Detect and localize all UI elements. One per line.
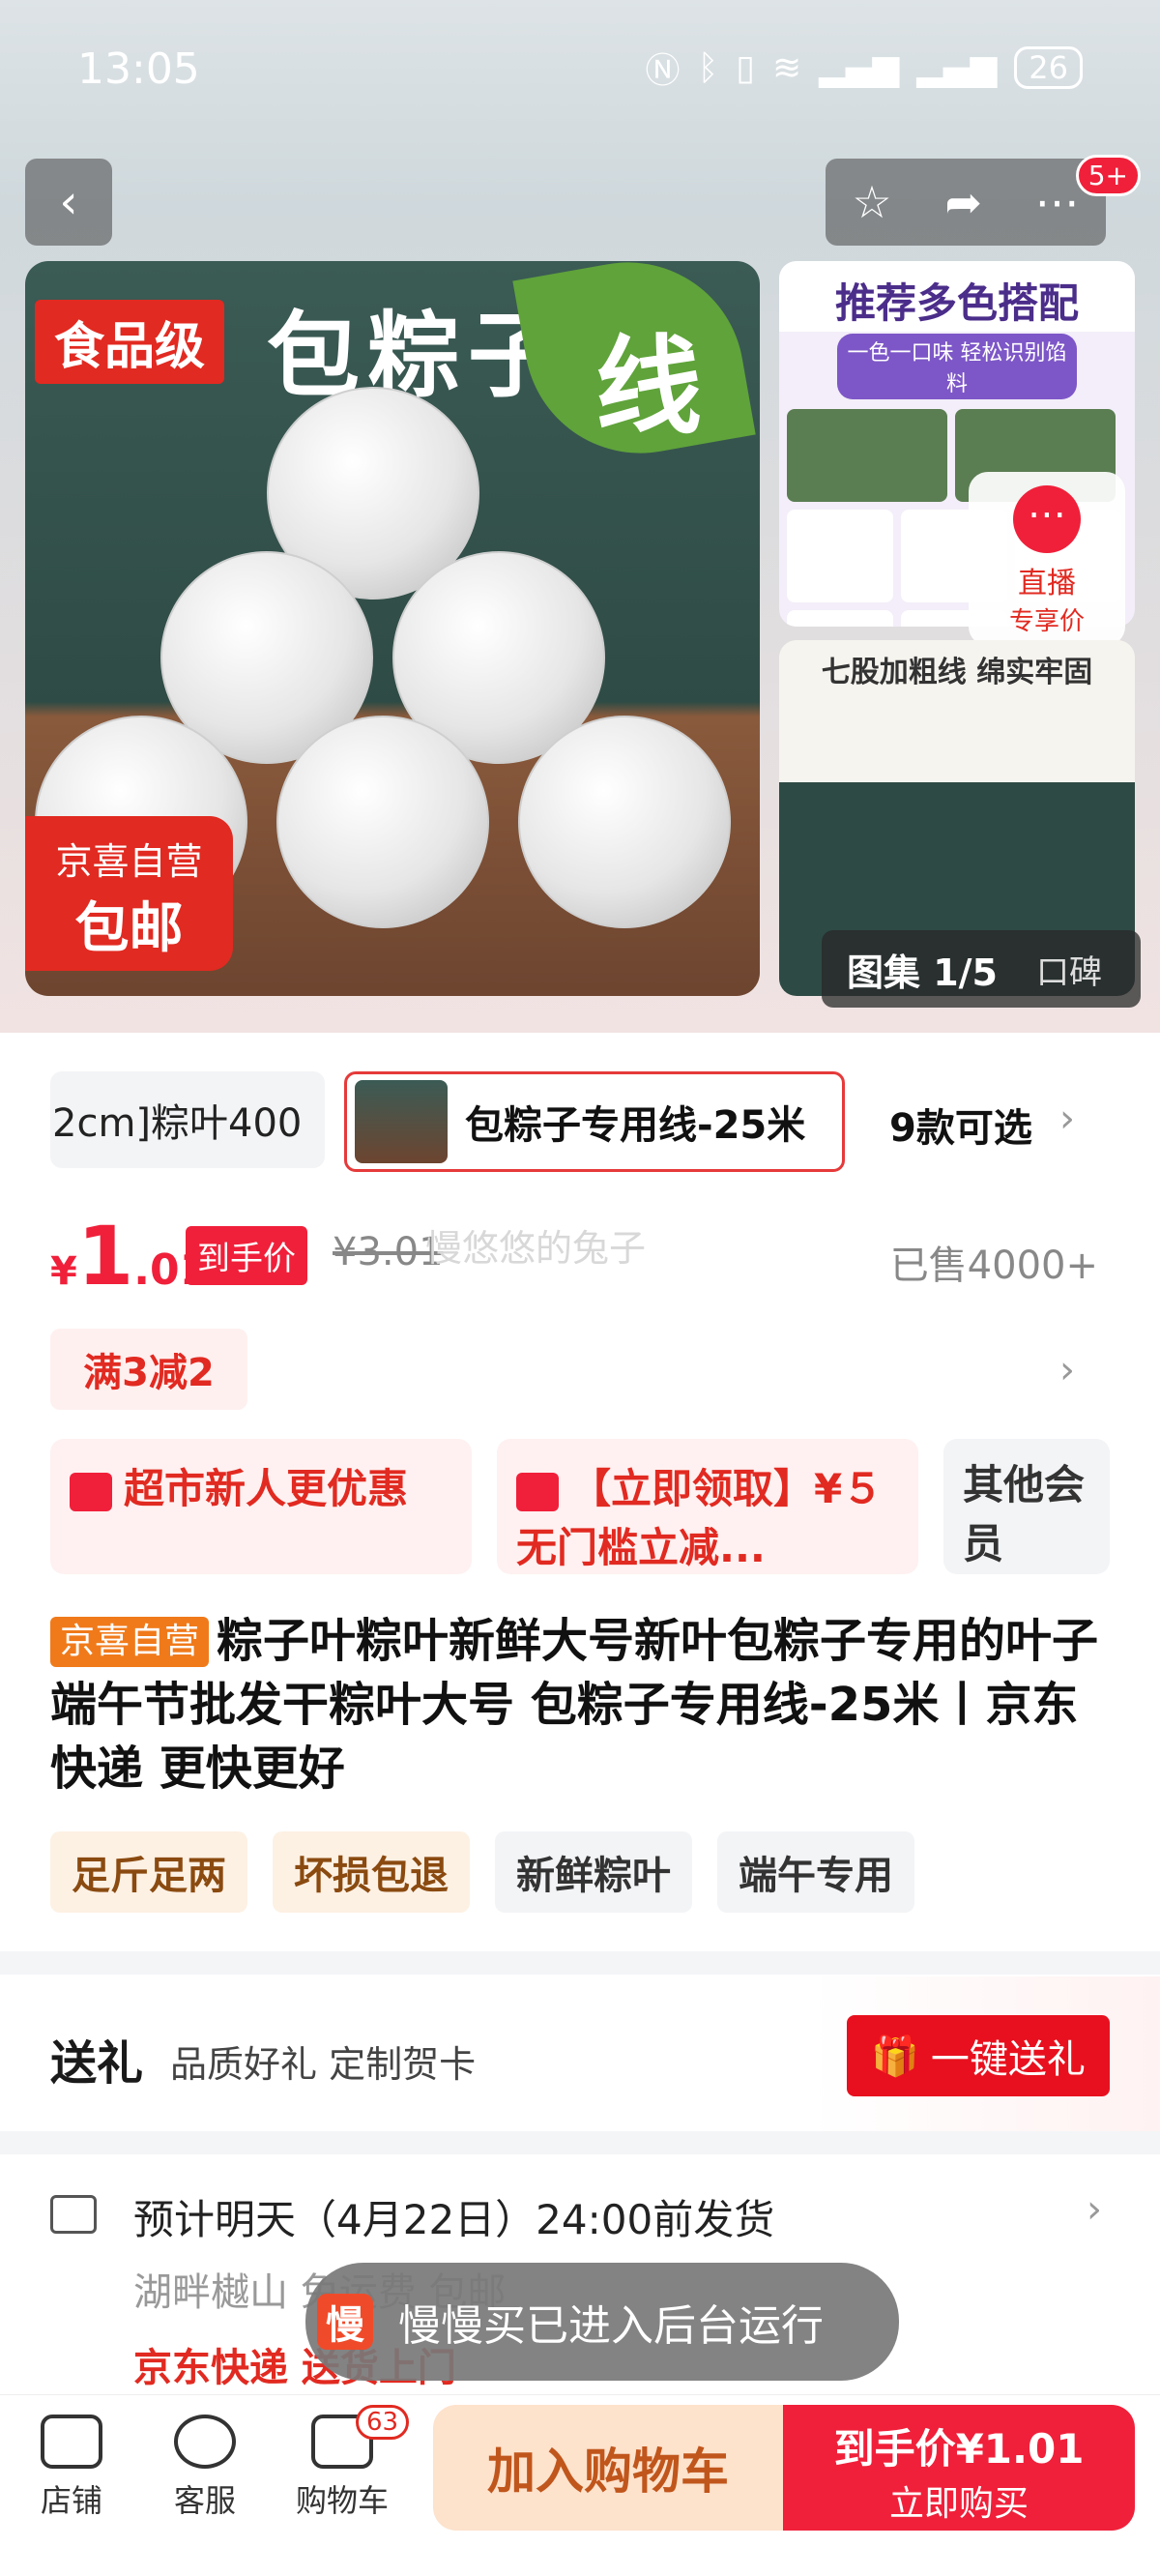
coupon-text: 【立即领取】¥５ 无门槛立减... [516, 1465, 884, 1571]
thumb2-title: 七股加粗线 绵实牢固 [821, 656, 1093, 689]
status-bar: 13:05 Ⓝ ᛒ ▯ ≋ ▂▄▆ ▂▄▆ 26 [0, 0, 1160, 145]
thumb-cell [787, 409, 947, 502]
feature-tags: 足斤足两 坏损包退 新鲜粽叶 端午专用 [50, 1831, 914, 1913]
feature-tag[interactable]: 新鲜粽叶 [495, 1831, 692, 1913]
gift-section: 送礼 品质好礼 定制贺卡 🎁 一键送礼 [0, 1976, 1160, 2131]
feature-tag[interactable]: 端午专用 [717, 1831, 914, 1913]
coupon-icon [70, 1472, 112, 1511]
coupon-other-members[interactable]: 其他会员 [943, 1439, 1110, 1574]
final-price-tag: 到手价 [186, 1226, 307, 1285]
bottom-action-bar: 店铺 客服 63 购物车 加入购物车 到手价¥1.01 立即购买 [0, 2394, 1160, 2576]
section-divider [0, 1951, 1160, 1975]
store-label: 店铺 [40, 2482, 102, 2519]
service-label: 客服 [173, 2482, 236, 2519]
album-label: 图集 1/5 [847, 951, 998, 994]
coupon-no-threshold[interactable]: 【立即领取】¥５ 无门槛立减... [497, 1439, 918, 1574]
back-button[interactable]: ‹ [25, 159, 112, 246]
status-time: 13:05 [77, 44, 200, 94]
chevron-right-icon[interactable]: › [1087, 2187, 1102, 2232]
buy-now-label: 立即购买 [888, 2484, 1029, 2524]
product-gallery: 13:05 Ⓝ ᛒ ▯ ≋ ▂▄▆ ▂▄▆ 26 ‹ ☆ ➦ ⋯ 5+ 食品级 … [0, 0, 1160, 1033]
sold-count: 已售4000+ [889, 1244, 1098, 1288]
thumb-cell [787, 610, 893, 627]
promotion-tag[interactable]: 满3减2 [50, 1329, 247, 1410]
sticker-line1: 京喜自营 [55, 840, 203, 883]
background-toast: 慢 慢慢买已进入后台运行 [305, 2263, 899, 2381]
thumb1-subtitle: 一色一口味 轻松识别馅料 [837, 334, 1077, 399]
coupon-new-user[interactable]: 超市新人更优惠 [50, 1439, 472, 1574]
wifi-icon: ≋ [771, 47, 802, 88]
toast-text: 慢慢买已进入后台运行 [398, 2301, 824, 2351]
send-gift-button[interactable]: 🎁 一键送礼 [847, 2015, 1110, 2096]
reviews-tab[interactable]: 口碑 [1036, 946, 1102, 993]
live-stream-popup[interactable]: ⋯ 直播 专享价 [969, 472, 1125, 646]
coupon-text: 其他会员 [963, 1461, 1086, 1567]
variant-selector: 2cm]粽叶400 包粽子专用线-25米 9款可选 › [0, 1033, 1160, 1172]
buy-now-price: 到手价¥1.01 [833, 2425, 1085, 2473]
variant-count[interactable]: 9款可选 [889, 1097, 1032, 1153]
album-counter[interactable]: 图集 1/5 口碑 [822, 930, 1141, 1008]
leaf-char: 线 [595, 325, 702, 449]
coupon-text: 超市新人更优惠 [124, 1465, 409, 1512]
vibrate-icon: ▯ [736, 47, 755, 88]
variant-thumbnail [355, 1080, 448, 1163]
price-currency: ¥ [50, 1249, 77, 1294]
live-label: 直播 [1018, 567, 1076, 600]
battery-indicator: 26 [1014, 46, 1083, 89]
coupon-icon [516, 1472, 559, 1511]
cart-button[interactable]: 63 购物车 [275, 2405, 410, 2521]
live-icon: ⋯ [1013, 485, 1081, 553]
nfc-icon: Ⓝ [645, 51, 681, 91]
buy-now-button[interactable]: 到手价¥1.01 立即购买 [783, 2405, 1135, 2531]
variant-chip-selected[interactable]: 包粽子专用线-25米 [344, 1071, 845, 1172]
share-icon[interactable]: ➦ [944, 176, 982, 228]
live-sub-label: 专享价 [1008, 607, 1085, 636]
feature-tag[interactable]: 足斤足两 [50, 1831, 247, 1913]
status-icons: Ⓝ ᛒ ▯ ≋ ▂▄▆ ▂▄▆ 26 [646, 43, 1083, 93]
bluetooth-icon: ᛒ [697, 47, 719, 88]
store-button[interactable]: 店铺 [4, 2415, 139, 2521]
favorite-star-icon[interactable]: ☆ [852, 176, 891, 228]
section-divider [0, 2131, 1160, 2154]
twine-ball [518, 716, 731, 928]
product-title: 京喜自营 粽子叶粽叶新鲜大号新叶包粽子专用的叶子端午节批发干粽叶大号 包粽子专用线… [50, 1609, 1114, 1800]
store-icon [41, 2415, 102, 2469]
manmanmai-logo: 慢 [317, 2294, 373, 2350]
jingxi-badge: 京喜自营 [50, 1617, 210, 1667]
feature-tag[interactable]: 坏损包退 [273, 1831, 470, 1913]
add-to-cart-button[interactable]: 加入购物车 [433, 2405, 783, 2531]
price-row: ¥1.01 到手价 ¥3.01 慢悠悠的兔子 已售4000+ [0, 1180, 1160, 1305]
price-integer: 1 [76, 1209, 134, 1303]
free-shipping-sticker: 京喜自营 包邮 [25, 816, 233, 971]
main-product-image[interactable]: 食品级 包粽子 线 京喜自营 包邮 [25, 261, 760, 996]
chevron-right-icon[interactable]: › [1059, 1348, 1075, 1392]
chevron-left-icon: ‹ [59, 175, 78, 229]
send-gift-label: 一键送礼 [930, 2037, 1086, 2082]
ship-estimate: 预计明天（4月22日）24:00前发货 [133, 2196, 775, 2243]
signal-icon: ▂▄▆ [819, 47, 900, 88]
signal2-icon: ▂▄▆ [916, 47, 998, 88]
more-menu-icon[interactable]: ⋯ [1035, 176, 1080, 228]
watermark-text: 慢悠悠的兔子 [425, 1227, 647, 1270]
gift-subtitle: 品质好礼 定制贺卡 [170, 2043, 477, 2086]
twine-ball [276, 716, 489, 928]
sticker-line2: 包邮 [74, 897, 184, 960]
service-icon [174, 2415, 236, 2469]
customer-service-button[interactable]: 客服 [137, 2415, 273, 2521]
truck-icon [50, 2195, 97, 2234]
gift-title: 送礼 [50, 2036, 144, 2091]
cart-label: 购物车 [295, 2482, 389, 2519]
cart-count-badge: 63 [356, 2405, 410, 2440]
gift-icon: 🎁 [871, 2034, 919, 2079]
chevron-right-icon[interactable]: › [1059, 1097, 1075, 1141]
variant-label: 包粽子专用线-25米 [465, 1103, 806, 1148]
variant-chip[interactable]: 2cm]粽叶400 [50, 1071, 325, 1168]
top-action-group: ☆ ➦ ⋯ [826, 159, 1106, 246]
notification-badge: 5+ [1075, 155, 1141, 196]
thumb1-title: 推荐多色搭配 [779, 261, 1135, 332]
food-grade-label: 食品级 [35, 300, 225, 384]
thumb-cell [787, 510, 893, 602]
